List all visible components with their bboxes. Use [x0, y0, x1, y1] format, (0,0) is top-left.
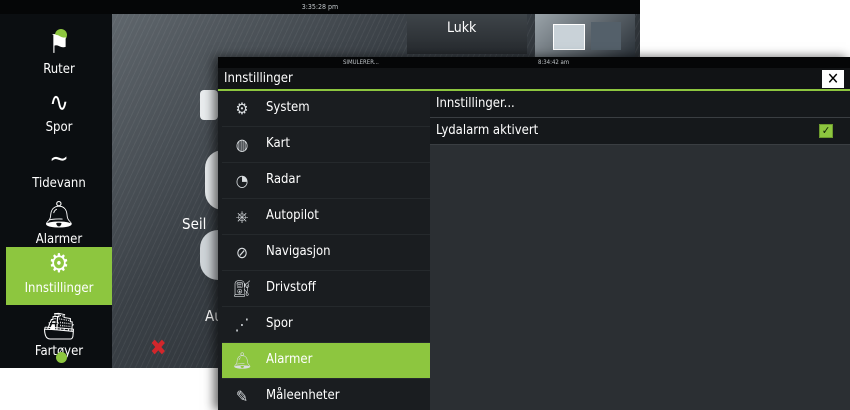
fuel-icon: ⛽︎: [232, 279, 253, 298]
alarm-settings-row[interactable]: Innstillinger...: [430, 91, 850, 118]
sidebar: ⚑ Ruter ∿ Spor ∼ Tidevann 🔔︎ Alarmer ⚙ I…: [0, 14, 112, 368]
menu-item-label: Radar: [266, 172, 301, 187]
dialog-titlebar: Innstillinger ✕: [218, 68, 850, 91]
menu-item-navigasjon[interactable]: ⊘ Navigasjon: [222, 235, 430, 271]
menu-item-drivstoff[interactable]: ⛽︎ Drivstoff: [222, 271, 430, 307]
compass-icon: ⊘: [235, 243, 249, 262]
menu-item-label: Kart: [266, 136, 290, 151]
sidebar-item-innstillinger[interactable]: ⚙ Innstillinger: [6, 247, 112, 305]
alert-x-icon: ✖: [150, 336, 167, 361]
menu-item-autopilot[interactable]: ⎈ Autopilot: [222, 199, 430, 235]
dialog-status-bar: SIMULERER... 8:34:42 am: [218, 57, 850, 68]
sound-alarm-row[interactable]: Lydalarm aktivert ✓: [430, 118, 850, 145]
route-icon: ⚑: [48, 30, 70, 60]
vessels-icon: ⛴: [42, 312, 76, 342]
menu-item-radar[interactable]: ◔ Radar: [222, 163, 430, 199]
sidebar-item-label: Spor: [45, 120, 73, 135]
status-time: 8:34:42 am: [538, 59, 570, 66]
track-icon: ∿: [49, 88, 69, 118]
check-icon: ✓: [821, 124, 831, 137]
map-thumbnail[interactable]: [535, 14, 635, 58]
autopilot-icon: ⎈: [235, 207, 249, 226]
menu-item-label: Spor: [266, 316, 293, 331]
close-button[interactable]: ✕: [822, 70, 844, 88]
close-icon: ✕: [826, 69, 840, 88]
menu-item-label: System: [266, 100, 310, 115]
ruler-icon: ✎: [235, 387, 249, 406]
menu-item-label: Måleenheter: [266, 388, 340, 403]
sidebar-item-spor[interactable]: ∿ Spor: [6, 86, 112, 144]
background-clock: 3:35:28 pm: [0, 0, 640, 14]
sidebar-item-label: Ruter: [43, 62, 75, 77]
settings-menu: ⚙ System ◍ Kart ◔ Radar ⎈ Autopilot ⊘ Na…: [222, 91, 430, 410]
tide-icon: ∼: [49, 144, 69, 174]
background-card: [200, 90, 218, 120]
menu-item-label: Drivstoff: [266, 280, 316, 295]
track-icon: ⋰: [234, 315, 250, 334]
background-gauge: [200, 230, 218, 280]
sidebar-item-ruter[interactable]: ⚑ Ruter: [6, 28, 112, 86]
bell-icon: 🔔︎: [42, 200, 76, 230]
lukk-button[interactable]: Lukk: [407, 14, 527, 54]
menu-item-kart[interactable]: ◍ Kart: [222, 127, 430, 163]
menu-item-label: Navigasjon: [266, 244, 331, 259]
background-label-seil: Seil: [182, 215, 207, 233]
menu-item-alarmer[interactable]: 🔔︎ Alarmer: [222, 343, 430, 379]
gear-icon: ⚙: [235, 99, 249, 118]
menu-item-label: Autopilot: [266, 208, 319, 223]
alarm-settings-panel: Innstillinger... Lydalarm aktivert ✓: [430, 91, 850, 410]
sidebar-item-tidevann[interactable]: ∼ Tidevann: [6, 142, 112, 200]
row-label: Lydalarm aktivert: [436, 123, 539, 138]
settings-dialog: SIMULERER... 8:34:42 am Innstillinger ✕ …: [218, 57, 850, 410]
gear-icon: ⚙: [48, 249, 70, 279]
map-tile: [591, 22, 621, 50]
bell-icon: 🔔︎: [232, 351, 253, 370]
sidebar-item-label: Alarmer: [35, 232, 83, 247]
sound-alarm-checkbox[interactable]: ✓: [819, 124, 833, 138]
map-tile: [553, 24, 585, 50]
row-label: Innstillinger...: [436, 96, 515, 111]
dialog-title: Innstillinger: [224, 71, 293, 86]
menu-item-system[interactable]: ⚙ System: [222, 91, 430, 127]
sidebar-item-label: Tidevann: [32, 176, 86, 191]
menu-item-maleenheter[interactable]: ✎ Måleenheter: [222, 379, 430, 410]
simulating-text: SIMULERER...: [343, 59, 379, 66]
sidebar-item-label: Innstillinger: [24, 281, 94, 296]
menu-item-label: Alarmer: [266, 352, 313, 367]
status-dot-icon: [56, 352, 67, 363]
radar-icon: ◔: [235, 171, 249, 190]
globe-icon: ◍: [235, 135, 249, 154]
menu-item-spor[interactable]: ⋰ Spor: [222, 307, 430, 343]
